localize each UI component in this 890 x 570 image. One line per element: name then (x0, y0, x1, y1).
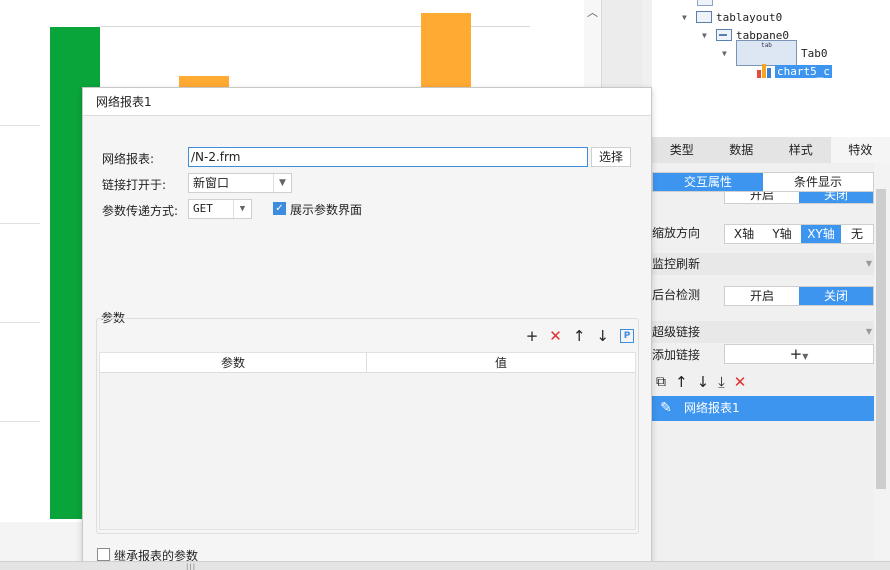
zoom-option-y[interactable]: Y轴 (763, 225, 801, 243)
chevron-down-icon[interactable]: ▼ (273, 174, 291, 192)
tab-condition-display[interactable]: 条件显示 (763, 173, 873, 191)
inherit-params-checkbox[interactable] (97, 548, 110, 561)
chevron-down-icon[interactable]: ▼ (233, 200, 251, 218)
move-down-icon[interactable]: ↓ (596, 327, 609, 345)
dialog-title: 网络报表1 (83, 88, 651, 116)
report-path-input[interactable] (188, 147, 588, 167)
open-in-value: 新窗口 (193, 176, 230, 190)
scrollbar-grip[interactable]: ||| (186, 563, 196, 570)
column-header-param[interactable]: 参数 (100, 353, 367, 372)
chart-bar-orange-tall[interactable] (421, 13, 471, 88)
tree-parent-icon (697, 0, 713, 6)
grid-line (0, 223, 40, 224)
property-panel-scrollbar[interactable] (874, 163, 890, 562)
delete-icon[interactable]: ✕ (549, 327, 562, 345)
monitor-refresh-label: 监控刷新 (652, 257, 701, 271)
tab-style[interactable]: 样式 (771, 137, 831, 163)
move-up-icon[interactable]: ↑ (573, 327, 586, 345)
chart-icon (756, 64, 772, 78)
copy-icon[interactable]: ⧉ (656, 374, 666, 390)
dropdown-arrow-icon: ▼ (802, 352, 809, 361)
open-in-label: 链接打开于: (102, 178, 167, 192)
edit-pencil-icon[interactable]: ✎ (656, 396, 676, 421)
hyperlink-label: 超级链接 (652, 325, 701, 339)
property-panel: 开启 关闭 缩放方向 X轴 Y轴 XY轴 无 监控刷新 ▼ 后台检测 开启 关闭… (652, 186, 890, 562)
link-toolbar: ⧉ ↑ ↓ ⤓ ✕ (656, 372, 746, 392)
grid-line (0, 125, 40, 126)
link-item-label: 网络报表1 (684, 401, 740, 415)
horizontal-scrollbar[interactable]: ||| (0, 561, 890, 570)
hyperlink-header[interactable]: 超级链接 ▼ (652, 321, 874, 343)
tree-node-label: tablayout0 (716, 10, 783, 24)
add-link-label: 添加链接 (652, 348, 701, 362)
tree-node-tab[interactable]: ▼ tab Tab0 (722, 40, 828, 66)
show-params-checkbox[interactable]: ✓ (273, 202, 286, 215)
grid-line (0, 322, 40, 323)
chevron-down-icon[interactable]: ▼ (866, 321, 872, 343)
method-value: GET (193, 202, 213, 215)
add-icon[interactable]: + (526, 327, 539, 345)
params-section: + ✕ ↑ ↓ P 参数 值 (96, 318, 639, 534)
chevron-down-icon[interactable]: ▼ (702, 31, 716, 40)
plus-icon: + (789, 345, 803, 363)
zoom-direction-label: 缩放方向 (652, 226, 701, 240)
backend-check-toggle[interactable]: 开启 关闭 (724, 286, 874, 306)
params-toolbar: + ✕ ↑ ↓ P (526, 327, 634, 345)
move-down-icon[interactable]: ↓ (697, 373, 710, 391)
scrollbar-thumb[interactable] (876, 189, 886, 489)
tree-node-tablayout[interactable]: ▼ tablayout0 (682, 9, 782, 25)
monitor-refresh-header[interactable]: 监控刷新 ▼ (652, 253, 874, 275)
add-link-button[interactable]: +▼ (724, 344, 874, 364)
hyperlink-dialog: 网络报表1 网络报表: 选择 链接打开于: 新窗口 ▼ 参数传递方式: GET … (82, 87, 652, 570)
tree-node-chart[interactable]: chart5_c (756, 63, 832, 79)
scroll-up-icon[interactable]: ︿ (587, 4, 598, 20)
parameter-icon[interactable]: P (620, 329, 634, 343)
params-table[interactable]: 参数 值 (99, 352, 636, 530)
report-label: 网络报表: (102, 152, 155, 166)
tree-node-label: chart5_c (775, 64, 832, 78)
params-table-header: 参数 值 (100, 353, 635, 373)
zoom-option-none[interactable]: 无 (841, 225, 873, 243)
tab-type[interactable]: 类型 (652, 137, 712, 163)
link-list-item[interactable]: ✎ 网络报表1 (652, 396, 874, 421)
chevron-down-icon[interactable]: ▼ (722, 49, 736, 58)
method-label: 参数传递方式: (102, 204, 179, 218)
chevron-down-icon[interactable]: ▼ (682, 13, 696, 22)
backend-check-label: 后台检测 (652, 288, 701, 302)
delete-icon[interactable]: ✕ (734, 373, 747, 391)
move-up-icon[interactable]: ↑ (675, 373, 688, 391)
layout-icon (696, 11, 712, 23)
property-tabs: 类型 数据 样式 特效 (652, 137, 890, 163)
zoom-option-x[interactable]: X轴 (725, 225, 763, 243)
backend-check-off[interactable]: 关闭 (799, 287, 873, 305)
column-header-value[interactable]: 值 (367, 353, 635, 372)
grid-line (0, 421, 40, 422)
backend-check-on[interactable]: 开启 (725, 287, 799, 305)
move-bottom-icon[interactable]: ⤓ (718, 373, 725, 391)
zoom-direction-selector[interactable]: X轴 Y轴 XY轴 无 (724, 224, 874, 244)
tab-effects[interactable]: 特效 (830, 137, 890, 163)
tab-interaction[interactable]: 交互属性 (653, 173, 763, 191)
tree-node-label: Tab0 (801, 46, 828, 60)
effect-subtabs: 交互属性 条件显示 (652, 172, 874, 192)
tab-data[interactable]: 数据 (712, 137, 772, 163)
chevron-down-icon[interactable]: ▼ (866, 253, 872, 275)
component-tree: ▼ tablayout0 ▼ tabpane0 ▼ tab Tab0 chart… (652, 0, 890, 137)
method-select[interactable]: GET ▼ (188, 199, 252, 219)
show-params-label: 展示参数界面 (290, 203, 363, 217)
zoom-option-xy[interactable]: XY轴 (801, 225, 841, 243)
tabpane-icon (716, 29, 732, 41)
open-in-select[interactable]: 新窗口 ▼ (188, 173, 292, 193)
select-button[interactable]: 选择 (591, 147, 631, 167)
